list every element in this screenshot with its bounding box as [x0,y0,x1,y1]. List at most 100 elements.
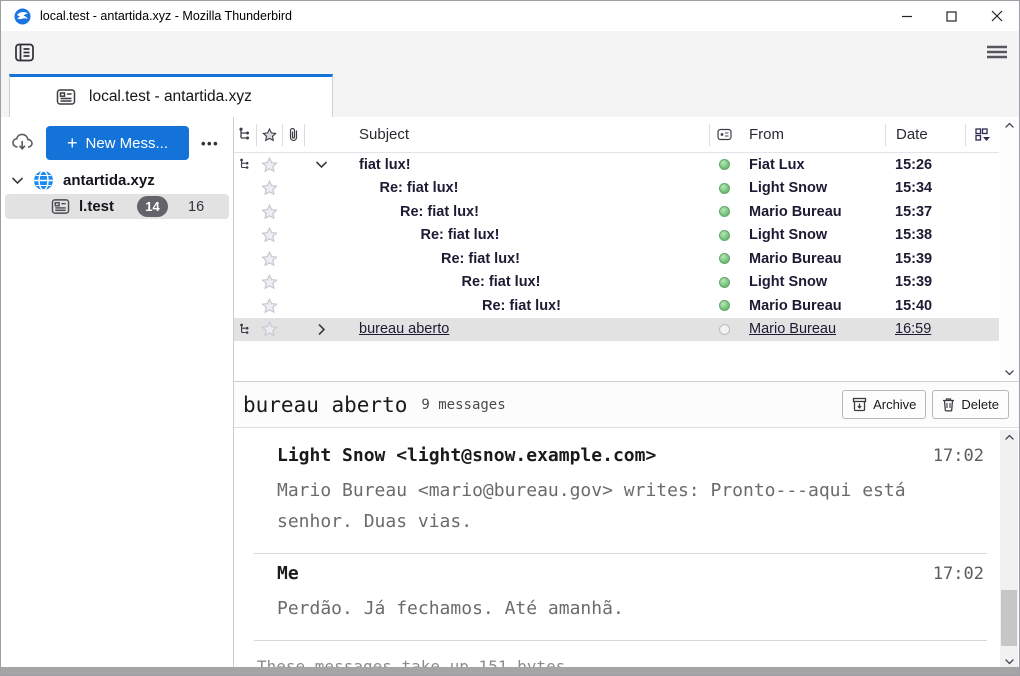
read-status-dot[interactable] [709,177,739,201]
chevron-down-icon[interactable] [11,176,24,185]
column-header-date[interactable]: Date [885,124,965,146]
star-toggle[interactable] [256,294,282,318]
star-toggle[interactable] [256,200,282,224]
message-list-row[interactable]: Re: fiat lux! Light Snow 15:34 [234,177,999,201]
thread-icon [234,318,256,342]
thread-icon [234,294,256,318]
star-toggle[interactable] [256,247,282,271]
read-status-dot[interactable] [709,153,739,177]
star-toggle[interactable] [256,318,282,342]
thread-icon [234,247,256,271]
date-cell: 16:59 [885,318,965,342]
attachment-cell [282,224,304,248]
message-list-row[interactable]: fiat lux! Fiat Lux 15:26 [234,153,999,177]
row-end-spacer [965,271,999,295]
subject-cell: fiat lux! [338,153,709,177]
message-list-row[interactable]: Re: fiat lux! Mario Bureau 15:39 [234,247,999,271]
star-toggle[interactable] [256,224,282,248]
thread-twisty[interactable] [304,177,338,201]
folder-row-ltest[interactable]: l.test 14 16 [5,194,229,219]
thread-twisty[interactable] [304,271,338,295]
from-cell: Mario Bureau [739,318,885,342]
message-list-row[interactable]: Re: fiat lux! Mario Bureau 15:37 [234,200,999,224]
folder-pane: + New Mess... ••• antartida.xyz [1,117,234,669]
subject-cell: Re: fiat lux! [338,177,709,201]
read-status-column-icon[interactable] [709,124,739,146]
attachment-cell [282,247,304,271]
date-cell: 15:37 [885,200,965,224]
spaces-toggle-icon[interactable] [13,41,36,64]
row-end-spacer [965,247,999,271]
column-picker-icon[interactable] [965,124,999,146]
scrollbar-thumb[interactable] [1001,590,1017,646]
star-column-icon[interactable] [256,124,282,146]
get-messages-icon[interactable] [11,131,36,155]
reader-scrollbar[interactable] [1000,430,1018,669]
delete-button[interactable]: Delete [932,390,1009,419]
minimize-button[interactable] [884,1,929,31]
message-sender[interactable]: Light Snow <light@snow.example.com> [277,445,933,466]
star-toggle[interactable] [256,153,282,177]
window-bottom-edge [1,667,1019,675]
message-list-row[interactable]: Re: fiat lux! Light Snow 15:38 [234,224,999,248]
message-pane-header: bureau aberto 9 messages Archive Delete [234,382,1019,428]
conversation-count: 9 messages [421,397,842,413]
column-header-subject[interactable]: Subject [338,124,709,146]
read-status-dot[interactable] [709,294,739,318]
thread-twisty[interactable] [304,153,338,177]
message-sender[interactable]: Me [277,563,933,584]
thread-twisty[interactable] [304,318,338,342]
row-end-spacer [965,224,999,248]
maximize-button[interactable] [929,1,974,31]
folder-pane-options-icon[interactable]: ••• [201,136,219,151]
read-status-dot[interactable] [709,271,739,295]
unified-toolbar [1,31,1019,73]
date-cell: 15:34 [885,177,965,201]
newsgroup-icon [51,198,70,215]
message-time: 17:02 [933,446,984,466]
attachment-cell [282,200,304,224]
thread-list-scrollbar[interactable] [1000,119,1019,379]
total-count: 16 [188,199,204,215]
archive-button[interactable]: Archive [842,390,926,419]
message-list-row[interactable]: bureau aberto Mario Bureau 16:59 [234,318,999,342]
date-cell: 15:26 [885,153,965,177]
thread-twisty[interactable] [304,200,338,224]
message-list-row[interactable]: Re: fiat lux! Light Snow 15:39 [234,271,999,295]
new-message-label: New Mess... [86,135,169,152]
star-toggle[interactable] [256,271,282,295]
from-cell: Light Snow [739,177,885,201]
read-status-dot[interactable] [709,224,739,248]
column-header-from[interactable]: From [739,124,885,146]
read-status-dot[interactable] [709,200,739,224]
attachment-column-icon[interactable] [282,124,304,146]
star-toggle[interactable] [256,177,282,201]
message-item[interactable]: Light Snow <light@snow.example.com> 17:0… [254,436,987,554]
archive-label: Archive [873,397,916,412]
date-cell: 15:39 [885,247,965,271]
date-cell: 15:40 [885,294,965,318]
account-row[interactable]: antartida.xyz [1,167,233,193]
archive-icon [852,397,867,412]
scroll-up-icon [1004,434,1015,441]
read-status-dot[interactable] [709,318,739,342]
mail-tab-icon [56,88,76,106]
read-status-dot[interactable] [709,247,739,271]
unread-count-badge: 14 [137,196,168,217]
thread-twisty[interactable] [304,224,338,248]
close-button[interactable] [974,1,1019,31]
message-list-row[interactable]: Re: fiat lux! Mario Bureau 15:40 [234,294,999,318]
from-cell: Fiat Lux [739,153,885,177]
attachment-cell [282,153,304,177]
thread-twisty[interactable] [304,247,338,271]
app-menu-icon[interactable] [987,45,1007,59]
message-body: Perdão. Já fechamos. Até amanhã. [277,593,949,624]
subject-cell: Re: fiat lux! [338,271,709,295]
new-message-button[interactable]: + New Mess... [46,126,189,160]
globe-icon [33,170,54,191]
thread-twisty[interactable] [304,294,338,318]
row-end-spacer [965,153,999,177]
tab-mail[interactable]: local.test - antartida.xyz [9,74,333,117]
message-item[interactable]: Me 17:02 Perdão. Já fechamos. Até amanhã… [254,554,987,641]
thread-column-icon[interactable] [234,124,256,146]
